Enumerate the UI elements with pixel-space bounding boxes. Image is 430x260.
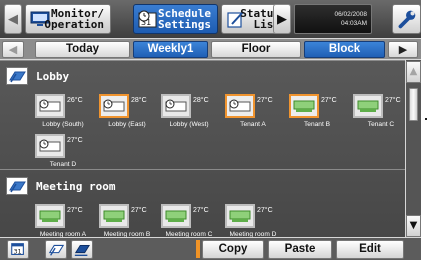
up-arrow-icon: ▲: [409, 66, 418, 77]
unit-tile[interactable]: 27°C Meeting room C: [158, 204, 220, 237]
unit-status-box: [225, 204, 255, 228]
unit-temperature: 27°C: [193, 207, 209, 214]
edit-button[interactable]: Edit: [336, 240, 404, 259]
scroll-up-button[interactable]: ▲: [406, 61, 421, 83]
unit-tile[interactable]: 27°C Meeting room D: [222, 204, 284, 237]
date-text: 06/02/2008: [334, 11, 367, 18]
tab-next-button[interactable]: ▶: [388, 41, 418, 58]
unit-tile[interactable]: 27°C Tenant C: [350, 94, 405, 134]
unit-tile[interactable]: 27°C Meeting room A: [32, 204, 94, 237]
unit-status-box: [289, 94, 319, 118]
ac-unit-icon: [39, 210, 61, 222]
bottom-toolbar: 31 Copy Paste Edit: [0, 238, 421, 260]
unit-status-box: [225, 94, 255, 118]
unit-status-box: [35, 134, 65, 158]
unit-tile[interactable]: 27°C Meeting room B: [96, 204, 158, 237]
tab-today[interactable]: Today: [35, 41, 130, 58]
unit-status-box: [161, 204, 191, 228]
main-menu-bar: ◀ Monitor/ Operation 31 Schedule Setting…: [0, 0, 421, 38]
unit-temperature: 27°C: [131, 207, 147, 214]
group-icon: [48, 244, 65, 256]
unit-temperature: 27°C: [321, 97, 337, 104]
group-list-panel: Lobby Meeting room 26°C Lobby (South) 28°C…: [0, 60, 405, 237]
unit-tile[interactable]: 26°C Lobby (South): [32, 94, 94, 134]
paste-button[interactable]: Paste: [268, 240, 332, 259]
clock-calendar-icon: 31: [138, 10, 157, 28]
scrollbar-thumb[interactable]: [409, 88, 418, 121]
down-arrow-icon: ▼: [409, 220, 418, 231]
selection-indicator: [196, 240, 200, 258]
unit-temperature: 27°C: [67, 207, 83, 214]
tab-weekly1[interactable]: Weekly1: [133, 41, 208, 58]
unit-tile[interactable]: 27°C Tenant A: [222, 94, 284, 134]
unit-temperature: 28°C: [193, 97, 209, 104]
unit-status-box: [353, 94, 383, 118]
timer-unit-icon: [229, 99, 251, 112]
group-header-meeting-room[interactable]: Meeting room: [6, 176, 115, 196]
tab-floor[interactable]: Floor: [211, 41, 301, 58]
ac-unit-icon: [293, 100, 315, 112]
tab-block[interactable]: Block: [304, 41, 385, 58]
edge-mark: [425, 118, 427, 120]
group-icon: [6, 177, 28, 195]
ac-unit-icon: [165, 210, 187, 222]
scrollbar-track[interactable]: [406, 60, 421, 237]
unit-name: Tenant C: [367, 121, 395, 128]
calendar-icon: 31: [11, 243, 24, 256]
tab-bar: ◀ Today Weekly1 Floor Block ▶: [0, 39, 421, 59]
right-arrow-icon: ▶: [398, 43, 408, 56]
unit-temperature: 28°C: [131, 97, 147, 104]
menu-next-button[interactable]: ▶: [273, 4, 291, 34]
monitor-operation-label: Monitor/ Operation: [44, 7, 104, 31]
date-time-display: 06/02/2008 04:03AM: [294, 4, 372, 34]
schedule-settings-label: Schedule Settings: [158, 7, 211, 31]
unit-name: Meeting room D: [229, 231, 277, 237]
unit-name: Tenant D: [49, 161, 77, 168]
schedule-settings-button[interactable]: 31 Schedule Settings: [133, 4, 218, 34]
wrench-icon: [398, 10, 416, 29]
monitor-operation-button[interactable]: Monitor/ Operation: [25, 4, 111, 34]
group-list-button[interactable]: [71, 240, 93, 259]
left-arrow-icon: ◀: [8, 43, 18, 56]
unit-temperature: 27°C: [257, 207, 273, 214]
menu-prev-button[interactable]: ◀: [4, 4, 22, 34]
unit-tile[interactable]: 27°C Tenant B: [286, 94, 348, 134]
time-text: 04:03AM: [340, 20, 367, 27]
timer-unit-icon: [103, 99, 125, 112]
unit-tile[interactable]: 27°C Tenant D: [32, 134, 94, 174]
unit-temperature: 27°C: [385, 97, 401, 104]
unit-temperature: 26°C: [67, 97, 83, 104]
scroll-down-button[interactable]: ▼: [406, 215, 421, 237]
svg-text:31: 31: [14, 249, 22, 256]
unit-status-box: [99, 204, 129, 228]
group-view-button[interactable]: [45, 240, 67, 259]
group-header-lobby[interactable]: Lobby: [6, 66, 69, 86]
group-icon: [6, 67, 28, 85]
unit-temperature: 27°C: [257, 97, 273, 104]
ac-unit-icon: [357, 100, 379, 112]
unit-status-box: [35, 204, 65, 228]
left-arrow-icon: ◀: [8, 11, 18, 27]
unit-status-box: [35, 94, 65, 118]
group-name: Meeting room: [36, 179, 116, 193]
unit-tile[interactable]: 28°C Lobby (East): [96, 94, 158, 134]
tab-prev-button[interactable]: ◀: [2, 41, 24, 58]
group-name: Lobby: [36, 69, 70, 83]
unit-status-box: [161, 94, 191, 118]
unit-status-box: [99, 94, 129, 118]
timer-unit-icon: [165, 99, 187, 112]
right-arrow-icon: ▶: [277, 11, 287, 27]
controller-screen: ◀ Monitor/ Operation 31 Schedule Setting…: [0, 0, 421, 260]
group-filled-icon: [74, 245, 90, 256]
timer-unit-icon: [39, 99, 61, 112]
maintenance-button[interactable]: [392, 4, 421, 34]
copy-button[interactable]: Copy: [202, 240, 264, 259]
ac-unit-icon: [103, 210, 125, 222]
timer-unit-icon: [39, 139, 61, 152]
calendar-view-button[interactable]: 31: [7, 240, 29, 259]
unit-tile[interactable]: 28°C Lobby (West): [158, 94, 220, 134]
ac-unit-icon: [229, 210, 251, 222]
divider: [0, 60, 405, 61]
unit-temperature: 27°C: [67, 137, 83, 144]
